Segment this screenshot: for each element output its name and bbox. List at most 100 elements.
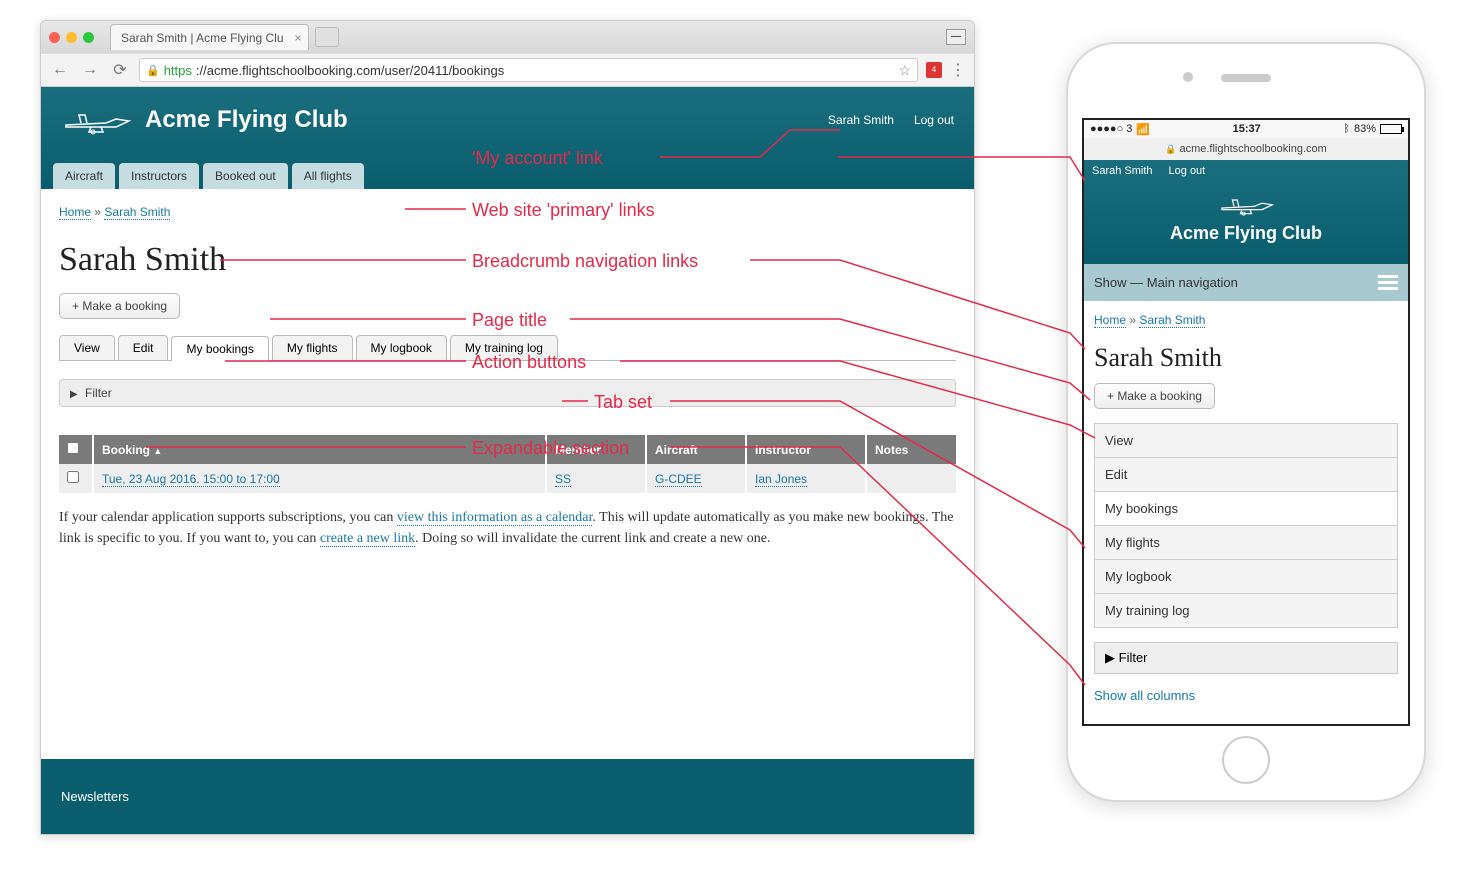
- bluetooth-icon: ᛒ: [1343, 123, 1350, 135]
- minimize-window-icon[interactable]: [66, 32, 77, 43]
- row-checkbox[interactable]: [67, 471, 79, 483]
- site-logo[interactable]: Acme Flying Club: [61, 105, 348, 135]
- address-bar[interactable]: 🔒 https://acme.flightschoolbooking.com/u…: [139, 58, 918, 82]
- plane-icon: [61, 105, 131, 135]
- phone-tab-set: View Edit My bookings My flights My logb…: [1094, 423, 1398, 628]
- browser-tab[interactable]: Sarah Smith | Acme Flying Clu ×: [110, 24, 309, 50]
- nav-booked-out[interactable]: Booked out: [203, 163, 288, 189]
- phone-breadcrumb: Home » Sarah Smith: [1094, 313, 1398, 327]
- wifi-icon: 📶: [1136, 123, 1150, 136]
- phone-filter-label: Filter: [1119, 650, 1148, 665]
- phone-logout-link[interactable]: Log out: [1169, 165, 1206, 177]
- window-controls: [49, 32, 94, 43]
- back-button[interactable]: ←: [49, 61, 71, 79]
- table-row: Tue, 23 Aug 2016. 15:00 to 17:00 SS G-CD…: [59, 464, 956, 493]
- breadcrumb-home[interactable]: Home: [1094, 313, 1126, 328]
- url-scheme: https: [164, 63, 192, 78]
- tab-my-logbook[interactable]: My logbook: [356, 335, 447, 360]
- my-account-link[interactable]: Sarah Smith: [828, 113, 894, 127]
- anno-page-title: Page title: [472, 310, 547, 331]
- close-window-icon[interactable]: [49, 32, 60, 43]
- carrier-signal: ●●●●○ 3: [1090, 123, 1132, 135]
- instructor-link[interactable]: Ian Jones: [755, 472, 807, 487]
- nav-instructors[interactable]: Instructors: [119, 163, 199, 189]
- lock-icon: 🔒: [1165, 144, 1176, 154]
- select-all-checkbox[interactable]: [67, 442, 79, 454]
- breadcrumb-home[interactable]: Home: [59, 205, 91, 220]
- anno-tab-set: Tab set: [594, 392, 652, 413]
- tab-view[interactable]: View: [59, 335, 115, 360]
- anno-action-buttons: Action buttons: [472, 352, 586, 373]
- browser-toolbar: ← → ⟳ 🔒 https://acme.flightschoolbooking…: [41, 53, 974, 87]
- site-footer: Newsletters: [41, 759, 974, 834]
- notes-cell: [866, 464, 956, 493]
- phone-statusbar: ●●●●○ 3 📶 15:37 ᛒ 83%: [1084, 120, 1408, 138]
- ptab-my-flights[interactable]: My flights: [1095, 526, 1397, 560]
- create-new-link[interactable]: create a new link: [320, 531, 415, 547]
- bookmark-star-icon[interactable]: ☆: [898, 62, 911, 79]
- tab-title: Sarah Smith | Acme Flying Clu: [121, 31, 284, 45]
- show-nav-bar[interactable]: Show — Main navigation: [1084, 264, 1408, 301]
- breadcrumb-current[interactable]: Sarah Smith: [1139, 313, 1205, 328]
- new-tab-button[interactable]: [315, 27, 339, 47]
- breadcrumb-current[interactable]: Sarah Smith: [104, 205, 170, 220]
- browser-window: Sarah Smith | Acme Flying Clu × — ← → ⟳ …: [40, 20, 975, 835]
- footer-newsletters[interactable]: Newsletters: [61, 789, 129, 804]
- phone-home-button[interactable]: [1222, 736, 1270, 784]
- anno-expandable: Expandable section: [472, 438, 629, 459]
- forward-button[interactable]: →: [79, 61, 101, 79]
- phone-site-name: Acme Flying Club: [1084, 223, 1408, 244]
- logout-link[interactable]: Log out: [914, 113, 954, 127]
- tab-my-bookings[interactable]: My bookings: [171, 336, 268, 361]
- triangle-right-icon: ▶: [70, 389, 78, 400]
- breadcrumb-sep: »: [94, 205, 101, 219]
- anno-breadcrumb: Breadcrumb navigation links: [472, 251, 698, 272]
- site-name: Acme Flying Club: [145, 106, 348, 134]
- th-notes[interactable]: Notes: [866, 435, 956, 464]
- make-booking-button[interactable]: + Make a booking: [59, 293, 180, 319]
- show-all-columns-link[interactable]: Show all columns: [1094, 688, 1398, 703]
- window-menu-icon[interactable]: —: [946, 29, 966, 45]
- member-link[interactable]: SS: [555, 472, 571, 487]
- ptab-edit[interactable]: Edit: [1095, 458, 1397, 492]
- aircraft-link[interactable]: G-CDEE: [655, 472, 702, 487]
- phone-logo[interactable]: Acme Flying Club: [1084, 182, 1408, 264]
- phone-filter-expander[interactable]: ▶ Filter: [1094, 642, 1398, 674]
- phone-page-title: Sarah Smith: [1094, 343, 1398, 373]
- maximize-window-icon[interactable]: [83, 32, 94, 43]
- nav-aircraft[interactable]: Aircraft: [53, 163, 115, 189]
- booking-link[interactable]: Tue, 23 Aug 2016. 15:00 to 17:00: [102, 472, 280, 487]
- ptab-my-logbook[interactable]: My logbook: [1095, 560, 1397, 594]
- th-aircraft[interactable]: Aircraft: [646, 435, 746, 464]
- phone-url-host: acme.flightschoolbooking.com: [1179, 143, 1326, 155]
- tab-edit[interactable]: Edit: [118, 335, 169, 360]
- filter-expander[interactable]: ▶ Filter: [59, 379, 956, 407]
- phone-site-header: Sarah Smith Log out Acme Flying Club: [1084, 160, 1408, 264]
- phone-url-bar[interactable]: 🔒 acme.flightschoolbooking.com: [1084, 138, 1408, 160]
- view-calendar-link[interactable]: view this information as a calendar: [397, 510, 593, 526]
- main-content: Home » Sarah Smith Sarah Smith + Make a …: [41, 189, 974, 759]
- phone-my-account-link[interactable]: Sarah Smith: [1092, 165, 1153, 177]
- th-instructor[interactable]: Instructor: [746, 435, 866, 464]
- triangle-right-icon: ▶: [1105, 650, 1115, 665]
- status-time: 15:37: [1150, 123, 1343, 135]
- show-nav-label: Show — Main navigation: [1094, 275, 1238, 290]
- lock-icon: 🔒: [146, 64, 160, 77]
- nav-all-flights[interactable]: All flights: [292, 163, 364, 189]
- ptab-my-bookings[interactable]: My bookings: [1095, 492, 1397, 526]
- extension-badge[interactable]: 4: [926, 62, 942, 78]
- phone-screen: ●●●●○ 3 📶 15:37 ᛒ 83% 🔒 acme.flightschoo…: [1082, 118, 1410, 726]
- anno-primary-links: Web site 'primary' links: [472, 200, 655, 221]
- ptab-my-training-log[interactable]: My training log: [1095, 594, 1397, 627]
- hamburger-icon[interactable]: [1378, 272, 1398, 293]
- sort-asc-icon: ▲: [153, 446, 162, 456]
- close-tab-icon[interactable]: ×: [295, 31, 302, 45]
- phone-account-links: Sarah Smith Log out: [1084, 160, 1408, 182]
- browser-menu-icon[interactable]: ⋮: [950, 60, 966, 80]
- reload-button[interactable]: ⟳: [109, 60, 131, 80]
- phone-make-booking-button[interactable]: + Make a booking: [1094, 383, 1215, 409]
- ptab-view[interactable]: View: [1095, 424, 1397, 458]
- anno-my-account: 'My account' link: [472, 148, 603, 169]
- th-checkbox: [59, 435, 93, 464]
- tab-my-flights[interactable]: My flights: [272, 335, 353, 360]
